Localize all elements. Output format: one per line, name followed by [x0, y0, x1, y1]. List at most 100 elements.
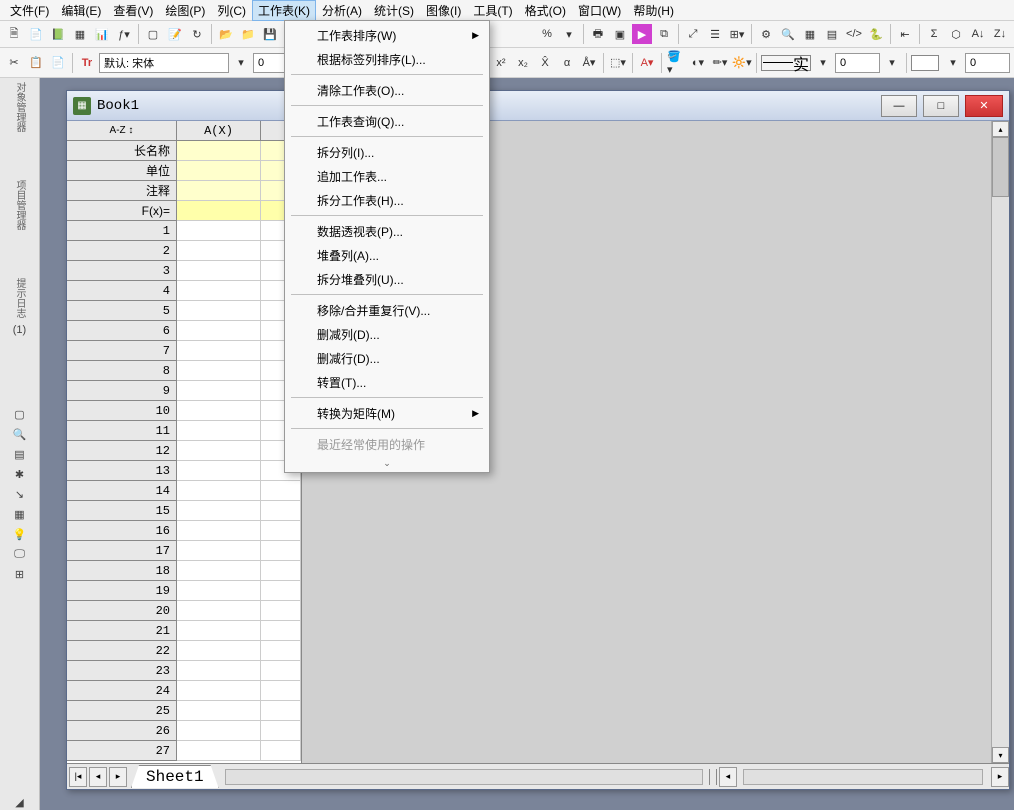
- cell[interactable]: [261, 701, 301, 721]
- save-icon[interactable]: 💾: [260, 24, 280, 44]
- lamp-icon[interactable]: 💡: [12, 526, 28, 542]
- new-graph-icon[interactable]: 📊: [92, 24, 112, 44]
- line-color-icon[interactable]: ✏▾: [710, 53, 730, 73]
- open-icon[interactable]: 📂: [216, 24, 236, 44]
- highlight-icon[interactable]: 🔆▾: [732, 53, 752, 73]
- cell[interactable]: [177, 201, 261, 221]
- menu-statistics[interactable]: 统计(S): [368, 0, 420, 21]
- bold-sup-icon[interactable]: X̂: [535, 53, 555, 73]
- sort-asc-icon[interactable]: A↓: [968, 24, 988, 44]
- value-combo[interactable]: [965, 53, 1010, 73]
- subscript-icon[interactable]: x₂: [513, 53, 533, 73]
- line-dropdown-icon[interactable]: ▾: [813, 53, 833, 73]
- cell[interactable]: [261, 641, 301, 661]
- cell[interactable]: [177, 441, 261, 461]
- row-number[interactable]: 24: [67, 681, 177, 701]
- tab-next-icon[interactable]: ▸: [109, 767, 127, 787]
- font-combo[interactable]: [99, 53, 229, 73]
- row-number[interactable]: 22: [67, 641, 177, 661]
- row-number[interactable]: 26: [67, 721, 177, 741]
- cell[interactable]: [177, 321, 261, 341]
- resize-handle-icon[interactable]: ◢: [12, 794, 28, 810]
- row-number[interactable]: 5: [67, 301, 177, 321]
- add-column-icon[interactable]: ⊞▾: [727, 24, 747, 44]
- row-number[interactable]: 17: [67, 541, 177, 561]
- row-number[interactable]: 1: [67, 221, 177, 241]
- scroll-track[interactable]: [992, 137, 1009, 747]
- cell[interactable]: [177, 461, 261, 481]
- menu-expand-icon[interactable]: ⌄: [287, 456, 487, 470]
- row-number[interactable]: 18: [67, 561, 177, 581]
- text-icon[interactable]: ▦: [12, 506, 28, 522]
- cell[interactable]: [177, 741, 261, 761]
- cell[interactable]: [177, 561, 261, 581]
- maximize-button[interactable]: □: [923, 95, 959, 117]
- python-icon[interactable]: 🐍: [866, 24, 886, 44]
- menu-stack-columns[interactable]: 堆叠列(A)...: [287, 243, 487, 267]
- cell[interactable]: [177, 661, 261, 681]
- cell[interactable]: [177, 581, 261, 601]
- cell[interactable]: [177, 341, 261, 361]
- list-icon[interactable]: ☰: [705, 24, 725, 44]
- column-header-a[interactable]: A(X): [177, 121, 261, 141]
- menu-analysis[interactable]: 分析(A): [316, 0, 368, 21]
- workbook-titlebar[interactable]: ▦ Book1 — □ ✕: [67, 91, 1009, 121]
- menu-split-column[interactable]: 拆分列(I)...: [287, 140, 487, 164]
- cell[interactable]: [261, 721, 301, 741]
- menu-unstack-columns[interactable]: 拆分堆叠列(U)...: [287, 267, 487, 291]
- hscroll-left-icon[interactable]: ◂: [719, 767, 737, 787]
- menu-format[interactable]: 格式(O): [519, 0, 572, 21]
- code-icon[interactable]: </>: [844, 24, 864, 44]
- cell[interactable]: [177, 501, 261, 521]
- row-number[interactable]: 23: [67, 661, 177, 681]
- cell[interactable]: [261, 501, 301, 521]
- horizontal-scrollbar[interactable]: [225, 769, 703, 785]
- row-number[interactable]: 25: [67, 701, 177, 721]
- cell[interactable]: [177, 481, 261, 501]
- cell[interactable]: [177, 401, 261, 421]
- search-icon[interactable]: 🔍: [778, 24, 798, 44]
- row-number[interactable]: 2: [67, 241, 177, 261]
- reader-icon[interactable]: ▤: [12, 446, 28, 462]
- cell[interactable]: [177, 361, 261, 381]
- menu-tools[interactable]: 工具(T): [467, 0, 518, 21]
- cell[interactable]: [177, 421, 261, 441]
- menu-pivot-table[interactable]: 数据透视表(P)...: [287, 219, 487, 243]
- corner-cell[interactable]: A-Z ↕: [67, 121, 177, 141]
- superscript-icon[interactable]: x²: [491, 53, 511, 73]
- row-number[interactable]: 19: [67, 581, 177, 601]
- swatch-dropdown-icon[interactable]: ▾: [943, 53, 963, 73]
- row-label-units[interactable]: 单位: [67, 161, 177, 181]
- font-dropdown-icon[interactable]: ▾: [231, 53, 251, 73]
- cell[interactable]: [177, 301, 261, 321]
- row-label-fx[interactable]: F(x)=: [67, 201, 177, 221]
- gradient-icon[interactable]: ◐▾: [688, 53, 708, 73]
- vertical-scrollbar[interactable]: ▴ ▾: [991, 121, 1009, 763]
- cell[interactable]: [177, 161, 261, 181]
- color-swatch[interactable]: [911, 55, 939, 71]
- cell[interactable]: [261, 621, 301, 641]
- print-icon[interactable]: 🖶: [588, 24, 608, 44]
- cell[interactable]: [261, 481, 301, 501]
- cut-icon[interactable]: ✂: [4, 53, 24, 73]
- dropdown-arrow-icon[interactable]: ▾: [559, 24, 579, 44]
- cell[interactable]: [261, 541, 301, 561]
- cell[interactable]: [261, 601, 301, 621]
- duplicate-icon[interactable]: ⧉: [654, 24, 674, 44]
- cell[interactable]: [177, 241, 261, 261]
- new-project-icon[interactable]: 🗎: [4, 24, 24, 44]
- refresh-icon[interactable]: ↻: [187, 24, 207, 44]
- row-number[interactable]: 16: [67, 521, 177, 541]
- scroll-down-icon[interactable]: ▾: [992, 747, 1009, 763]
- window-icon[interactable]: ▢: [12, 406, 28, 422]
- tool-icon[interactable]: ✱: [12, 466, 28, 482]
- increase-icon[interactable]: ⬚▾: [608, 53, 628, 73]
- menu-transpose[interactable]: 转置(T)...: [287, 370, 487, 394]
- menu-remove-duplicates[interactable]: 移除/合并重复行(V)...: [287, 298, 487, 322]
- cell[interactable]: [177, 601, 261, 621]
- zoom-icon[interactable]: 🔍: [12, 426, 28, 442]
- row-number[interactable]: 21: [67, 621, 177, 641]
- new-function-icon[interactable]: ƒ▾: [114, 24, 134, 44]
- menu-file[interactable]: 文件(F): [4, 0, 55, 21]
- font-color-icon[interactable]: A▾: [637, 53, 657, 73]
